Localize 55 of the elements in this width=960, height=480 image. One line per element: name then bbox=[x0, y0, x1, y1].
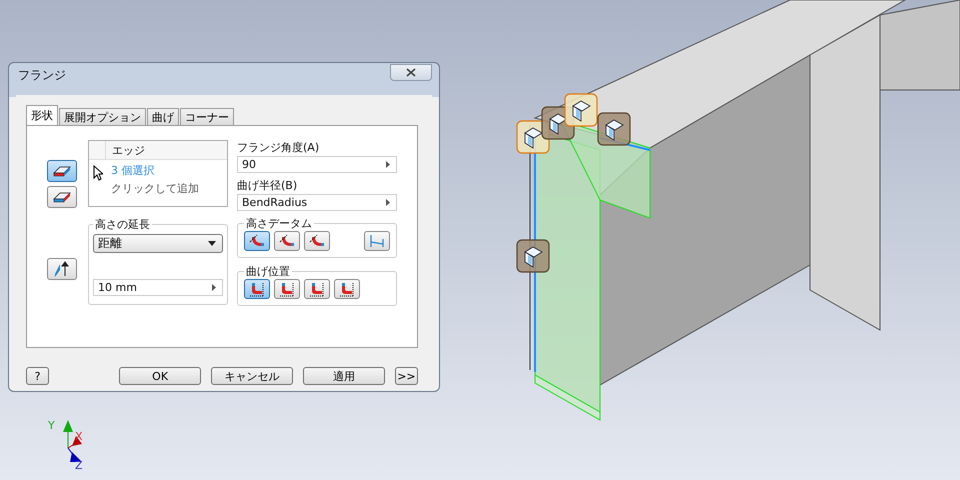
input-field[interactable]: 10 mm bbox=[93, 279, 223, 296]
dialog-button[interactable]: 適用 bbox=[302, 367, 385, 385]
height-datum-button[interactable] bbox=[364, 231, 390, 251]
arrow-icon bbox=[386, 161, 390, 168]
bend-icon bbox=[249, 281, 265, 297]
bend-position-button[interactable] bbox=[274, 279, 300, 299]
edge-select-button[interactable] bbox=[47, 160, 77, 182]
bend-position-button[interactable] bbox=[244, 279, 270, 299]
close-button[interactable] bbox=[390, 64, 432, 80]
tab[interactable]: 形状 bbox=[26, 105, 58, 125]
height-datum-button[interactable] bbox=[244, 231, 270, 251]
axis-label: X bbox=[75, 430, 83, 443]
bend-icon bbox=[309, 233, 325, 249]
axis-triad-icon bbox=[63, 420, 82, 462]
dialog-button[interactable]: OK bbox=[119, 367, 202, 385]
expand-button[interactable]: >> bbox=[394, 367, 418, 385]
axis-label: Z bbox=[75, 459, 83, 472]
bend-icon bbox=[339, 281, 355, 297]
axis-label: Y bbox=[48, 419, 55, 432]
list-item[interactable]: クリックして追加 bbox=[89, 178, 227, 196]
field-label: 曲げ半径(B) bbox=[237, 178, 298, 193]
flip-direction-button[interactable] bbox=[47, 258, 77, 280]
input-field[interactable]: BendRadius bbox=[237, 194, 397, 211]
input-field[interactable]: 90 bbox=[237, 156, 397, 173]
bend-icon bbox=[279, 281, 295, 297]
dropdown[interactable]: 距離 bbox=[93, 234, 223, 253]
tab[interactable]: 曲げ bbox=[147, 108, 179, 125]
plate-icon bbox=[53, 165, 71, 177]
bend-position-button[interactable] bbox=[304, 279, 330, 299]
group-label: 高さデータム bbox=[245, 216, 313, 231]
tab[interactable]: 展開オプション bbox=[59, 108, 146, 125]
tab[interactable]: コーナー bbox=[180, 108, 234, 125]
arrow-icon bbox=[212, 284, 216, 291]
arrow-icon bbox=[386, 199, 390, 206]
edge-select-button[interactable] bbox=[47, 186, 77, 208]
group-label: 高さの延長 bbox=[94, 217, 151, 232]
height-datum-button[interactable] bbox=[274, 231, 300, 251]
caret-icon bbox=[208, 241, 216, 246]
group-label: 曲げ位置 bbox=[245, 264, 291, 279]
column-header: エッジ bbox=[111, 143, 145, 159]
bend-icon bbox=[249, 233, 265, 249]
dimension-icon bbox=[369, 233, 385, 249]
window-title: フランジ bbox=[17, 66, 66, 84]
dialog-button[interactable]: キャンセル bbox=[211, 367, 293, 385]
mouse-cursor-icon bbox=[93, 165, 103, 181]
bend-icon bbox=[309, 281, 325, 297]
list-item[interactable]: 3 個選択 bbox=[89, 160, 227, 178]
bend-icon bbox=[279, 233, 295, 249]
flip-direction-icon bbox=[53, 260, 71, 278]
help-button[interactable]: ? bbox=[26, 367, 50, 385]
plate-icon bbox=[53, 191, 71, 203]
height-datum-button[interactable] bbox=[304, 231, 330, 251]
field-label: フランジ角度(A) bbox=[237, 140, 320, 155]
bend-position-button[interactable] bbox=[334, 279, 360, 299]
close-icon bbox=[406, 68, 416, 76]
